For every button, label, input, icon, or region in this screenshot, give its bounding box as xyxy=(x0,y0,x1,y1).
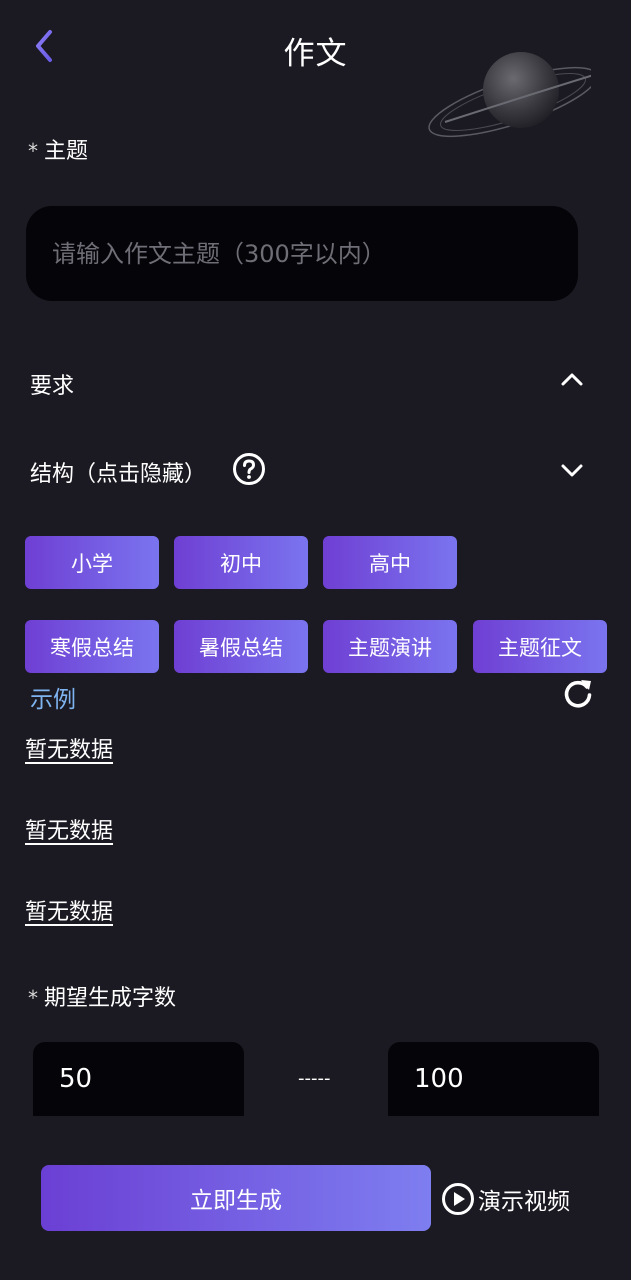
chip-theme-speech[interactable]: 主题演讲 xyxy=(323,620,457,673)
word-count-label: 期望生成字数 xyxy=(44,986,177,1011)
requirements-label: 要求 xyxy=(30,374,75,399)
chip-theme-essay[interactable]: 主题征文 xyxy=(473,620,607,673)
chip-junior-high[interactable]: 初中 xyxy=(174,536,308,589)
generate-button[interactable]: 立即生成 xyxy=(41,1165,431,1231)
max-word-count-input[interactable] xyxy=(388,1042,599,1116)
topic-label-row: * 主题 xyxy=(28,133,88,165)
demo-video-label: 演示视频 xyxy=(478,1189,570,1215)
chevron-up-icon[interactable] xyxy=(558,366,586,394)
min-word-count-input[interactable] xyxy=(33,1042,244,1116)
play-icon xyxy=(442,1183,474,1215)
planet-decoration-icon xyxy=(428,52,591,138)
refresh-icon[interactable] xyxy=(562,676,594,710)
required-mark: * xyxy=(28,139,38,163)
example-item[interactable]: 暂无数据 xyxy=(25,894,113,926)
examples-label: 示例 xyxy=(30,687,76,713)
help-icon[interactable] xyxy=(232,452,266,486)
example-item[interactable]: 暂无数据 xyxy=(25,813,113,845)
chip-winter-summary[interactable]: 寒假总结 xyxy=(25,620,159,673)
demo-video-button[interactable]: 演示视频 xyxy=(441,1180,570,1218)
topic-input[interactable] xyxy=(26,206,578,301)
required-mark: * xyxy=(28,986,38,1010)
word-count-label-row: * 期望生成字数 xyxy=(28,980,176,1012)
chip-primary-school[interactable]: 小学 xyxy=(25,536,159,589)
chip-summer-summary[interactable]: 暑假总结 xyxy=(174,620,308,673)
chip-senior-high[interactable]: 高中 xyxy=(323,536,457,589)
structure-label[interactable]: 结构（点击隐藏） xyxy=(30,456,206,488)
chevron-down-icon[interactable] xyxy=(558,456,586,484)
topic-label: 主题 xyxy=(44,139,89,164)
example-item[interactable]: 暂无数据 xyxy=(25,732,113,764)
range-separator: ----- xyxy=(298,1068,331,1089)
